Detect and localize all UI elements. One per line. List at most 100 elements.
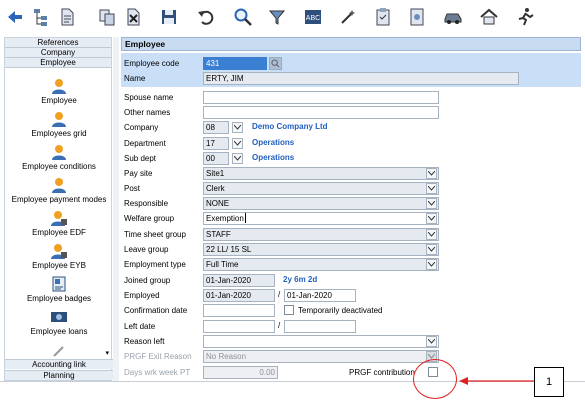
department-name-link[interactable]: Operations	[252, 138, 294, 147]
welfare-select[interactable]: Exemption	[203, 212, 439, 225]
sidebar-item-employee[interactable]: Employee	[5, 78, 113, 106]
sidebar-item-employee-badges[interactable]: Employee badges	[5, 276, 113, 304]
department-code-field[interactable]: 17	[203, 137, 229, 150]
sidebar-item-employee-conditions[interactable]: Employee conditions	[5, 144, 113, 172]
sidebar-item-employees-grid[interactable]: Employees grid	[5, 111, 113, 139]
chevron-down-icon	[428, 216, 435, 221]
sidebar-item-label: Employees grid	[31, 129, 87, 138]
other-names-field[interactable]	[203, 106, 439, 119]
sidebar-item-employee-loans[interactable]: Employee loans	[5, 309, 113, 337]
undo-icon[interactable]	[195, 6, 217, 28]
company-code-field[interactable]: 08	[203, 121, 229, 134]
spouse-field[interactable]	[203, 91, 439, 104]
responsible-dropdown[interactable]	[426, 198, 437, 209]
toolbar: ABC	[0, 0, 585, 37]
employee-code-field[interactable]: 431	[203, 57, 267, 70]
home-icon[interactable]	[478, 6, 500, 28]
reason-left-label: Reason left	[124, 337, 165, 346]
joined-duration: 2y 6m 2d	[283, 275, 318, 284]
company-dropdown[interactable]	[232, 122, 243, 133]
scroll-down-icon[interactable]: ▾	[105, 349, 109, 357]
splitter[interactable]	[113, 37, 119, 381]
row-paysite: Pay site Site1	[121, 167, 581, 181]
emptype-dropdown[interactable]	[426, 259, 437, 270]
temp-deactivated-checkbox[interactable]	[284, 305, 294, 315]
delete-icon[interactable]	[122, 6, 144, 28]
emptype-select[interactable]: Full Time	[203, 258, 439, 271]
leave-dropdown[interactable]	[426, 244, 437, 255]
subdept-code-field[interactable]: 00	[203, 152, 229, 165]
sidebar-section-employee[interactable]: Employee	[5, 58, 111, 68]
filter-icon[interactable]	[266, 6, 288, 28]
paysite-select[interactable]: Site1	[203, 167, 439, 180]
hierarchy-icon[interactable]	[30, 6, 52, 28]
joined-date-field[interactable]: 01-Jan-2020	[203, 274, 275, 287]
magic-wand-icon[interactable]	[337, 6, 359, 28]
responsible-select[interactable]: NONE	[203, 197, 439, 210]
annotation-label: 1	[534, 367, 564, 397]
leave-select[interactable]: 22 LL/ 15 SL	[203, 243, 439, 256]
reason-left-select[interactable]	[203, 335, 439, 348]
runner-icon[interactable]	[514, 6, 536, 28]
date-separator: /	[278, 290, 281, 299]
timesheet-label: Time sheet group	[124, 230, 186, 239]
copy-icon[interactable]	[96, 6, 118, 28]
row-prgf-exit: PRGF Exit Reason No Reason	[121, 350, 581, 364]
save-icon[interactable]	[158, 6, 180, 28]
sidebar-section-planning[interactable]: Planning	[5, 370, 113, 380]
person-lock-icon	[51, 211, 67, 226]
sidebar-item-employee-edf[interactable]: Employee EDF	[5, 210, 113, 238]
post-dropdown[interactable]	[426, 183, 437, 194]
back-arrow-icon[interactable]	[4, 6, 26, 28]
employed-to-field[interactable]: 01-Jan-2020	[284, 289, 356, 302]
subdept-name-link[interactable]: Operations	[252, 153, 294, 162]
person-icon	[52, 178, 66, 193]
sidebar-section-company[interactable]: Company	[5, 48, 111, 58]
timesheet-dropdown[interactable]	[426, 229, 437, 240]
report-icon[interactable]	[406, 6, 428, 28]
employed-label: Employed	[124, 291, 160, 300]
text-caret	[245, 213, 246, 223]
reason-left-dropdown[interactable]	[426, 336, 437, 347]
lookup-button[interactable]	[269, 57, 282, 70]
date-separator: /	[278, 321, 281, 330]
search-icon	[271, 59, 280, 68]
post-select[interactable]: Clerk	[203, 182, 439, 195]
abc-icon[interactable]: ABC	[302, 6, 324, 28]
employee-code-label: Employee code	[124, 59, 180, 68]
row-emptype: Employment type Full Time	[121, 258, 581, 272]
subdept-dropdown[interactable]	[232, 153, 243, 164]
left-date-to-field[interactable]	[284, 320, 356, 333]
welfare-label: Welfare group	[124, 214, 175, 223]
employee-form: Employee Employee code 431 Name ERTY, JI…	[121, 37, 581, 381]
name-field[interactable]: ERTY, JIM	[203, 72, 519, 85]
search-icon[interactable]	[232, 6, 254, 28]
department-dropdown[interactable]	[232, 138, 243, 149]
document-icon[interactable]	[56, 6, 78, 28]
subdept-label: Sub dept	[124, 154, 157, 163]
left-date-field[interactable]	[203, 320, 275, 333]
row-department: Department 17 Operations	[121, 137, 581, 151]
sidebar-item-employee-payment-modes[interactable]: Employee payment modes	[5, 177, 113, 205]
paysite-dropdown[interactable]	[426, 168, 437, 179]
sidebar-section-accounting-link[interactable]: Accounting link	[5, 359, 113, 369]
row-responsible: Responsible NONE	[121, 197, 581, 211]
money-icon	[51, 312, 67, 322]
confirmation-date-field[interactable]	[203, 304, 275, 317]
responsible-label: Responsible	[124, 199, 169, 208]
employed-from-field[interactable]: 01-Jan-2020	[203, 289, 275, 302]
days-wrk-label: Days wrk week PT	[124, 368, 191, 377]
confirmation-label: Confirmation date	[124, 306, 188, 315]
company-name-link[interactable]: Demo Company Ltd	[252, 122, 328, 131]
row-timesheet: Time sheet group STAFF	[121, 228, 581, 242]
form-title: Employee	[121, 37, 581, 51]
sidebar-section-references[interactable]: References	[5, 38, 111, 48]
pen-icon	[53, 346, 64, 357]
clipboard-icon[interactable]	[372, 6, 394, 28]
welfare-dropdown[interactable]	[426, 213, 437, 224]
timesheet-select[interactable]: STAFF	[203, 228, 439, 241]
sidebar: References Company Employee Employee Emp…	[4, 37, 113, 381]
row-leave: Leave group 22 LL/ 15 SL	[121, 243, 581, 257]
car-icon[interactable]	[442, 6, 464, 28]
sidebar-item-employee-eyb[interactable]: Employee EYB	[5, 243, 113, 271]
